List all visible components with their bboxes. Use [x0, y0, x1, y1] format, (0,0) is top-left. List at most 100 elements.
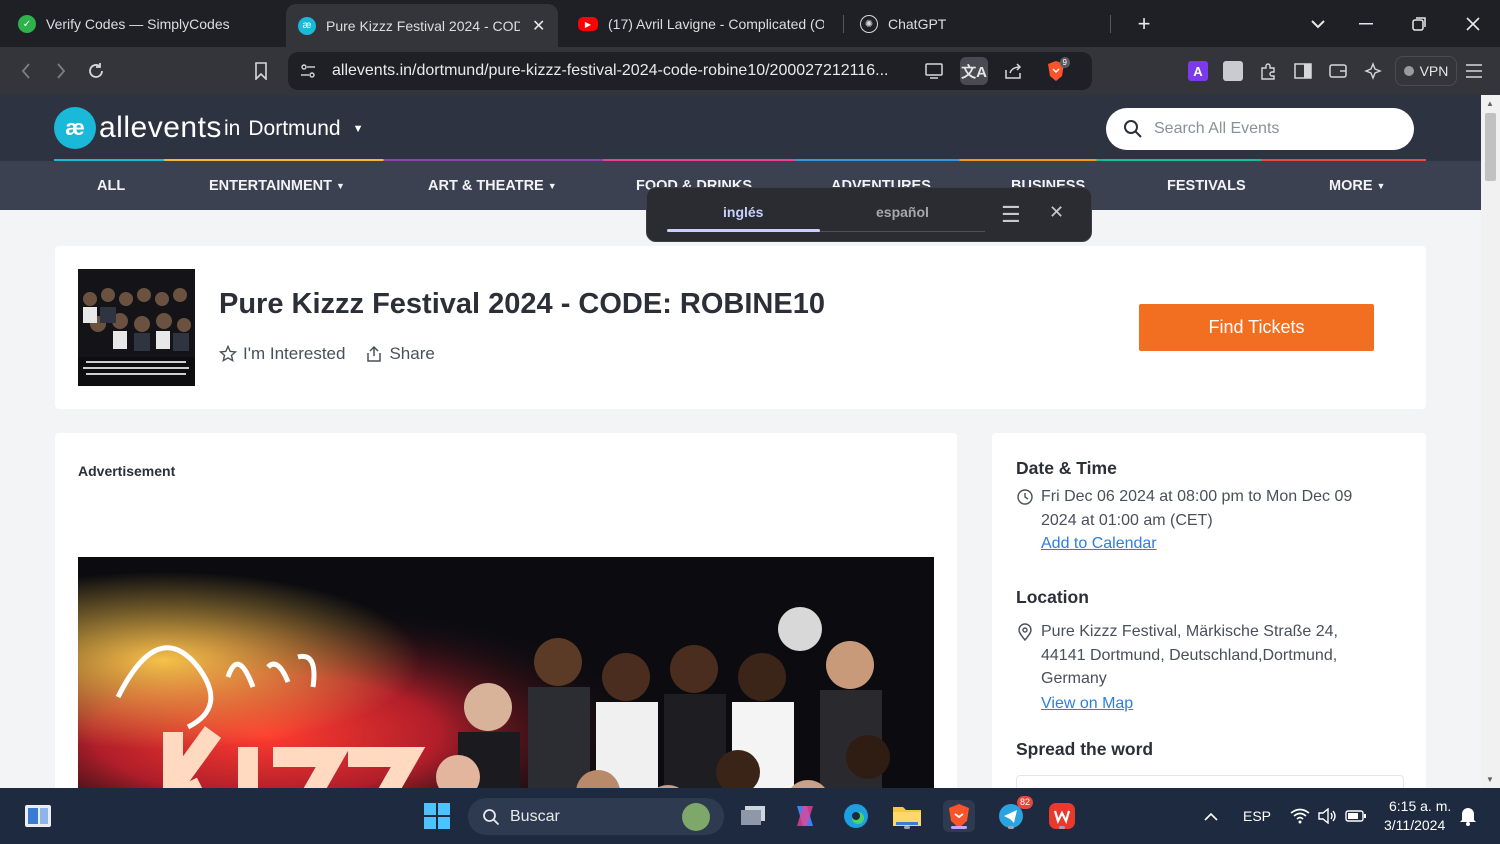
- scrollbar-thumb[interactable]: [1485, 113, 1496, 181]
- extensions-puzzle-icon[interactable]: [1254, 57, 1282, 85]
- wps-office-icon[interactable]: [1046, 800, 1078, 832]
- file-explorer-icon[interactable]: [891, 800, 923, 832]
- tab-list-button[interactable]: [1303, 10, 1333, 38]
- browser-tab-strip: ✓ Verify Codes — SimplyCodes æ Pure Kizz…: [0, 0, 1500, 47]
- scroll-down-icon[interactable]: ▼: [1486, 775, 1494, 784]
- nav-label: ART & THEATRE: [428, 178, 544, 194]
- new-tab-button[interactable]: +: [1129, 10, 1159, 38]
- bookmark-icon[interactable]: [247, 57, 275, 85]
- nav-more[interactable]: MORE ▼: [1329, 178, 1385, 194]
- minimize-button[interactable]: [1351, 10, 1381, 38]
- search-icon: [1122, 118, 1144, 140]
- allevents-logo[interactable]: æ allevents: [54, 107, 222, 149]
- edge-icon[interactable]: [840, 800, 872, 832]
- nav-all[interactable]: ALL: [97, 178, 125, 194]
- brave-taskbar-icon[interactable]: [943, 800, 975, 832]
- translate-popup: inglés español ☰ ✕: [646, 187, 1092, 242]
- nav-label: MORE: [1329, 178, 1373, 194]
- shields-badge: 9: [1059, 57, 1070, 68]
- windows-start-icon[interactable]: [421, 800, 453, 832]
- tab-separator: [1110, 15, 1111, 33]
- leo-ai-icon[interactable]: [1359, 57, 1387, 85]
- nav-entertainment[interactable]: ENTERTAINMENT ▼: [209, 178, 345, 194]
- youtube-icon: ▶: [578, 17, 598, 31]
- caret-down-icon: ▼: [1376, 181, 1386, 192]
- battery-icon[interactable]: [1340, 800, 1372, 832]
- city-selector[interactable]: in Dortmund ▼: [224, 117, 363, 141]
- event-search[interactable]: [1106, 108, 1414, 150]
- search-highlight-icon: [682, 803, 710, 831]
- clock-time[interactable]: 6:15 a. m.: [1389, 798, 1451, 814]
- copilot-icon[interactable]: [789, 800, 821, 832]
- spread-the-word-heading: Spread the word: [1016, 739, 1154, 759]
- widgets-icon[interactable]: [22, 800, 54, 832]
- nav-festivals[interactable]: FESTIVALS: [1167, 178, 1246, 194]
- restore-button[interactable]: [1404, 10, 1434, 38]
- star-icon: [219, 345, 237, 363]
- find-tickets-button[interactable]: Find Tickets: [1139, 304, 1374, 351]
- view-on-map-link[interactable]: View on Map: [1041, 692, 1133, 716]
- extension-tile-icon[interactable]: [1219, 57, 1247, 85]
- notifications-icon[interactable]: [1452, 800, 1484, 832]
- chevron-up-icon[interactable]: [1195, 800, 1227, 832]
- interested-button[interactable]: I'm Interested: [219, 344, 345, 364]
- sidebar-toggle-icon[interactable]: [1289, 57, 1317, 85]
- event-banner-image[interactable]: [78, 557, 934, 788]
- share-button[interactable]: Share: [365, 344, 435, 364]
- translate-source-tab[interactable]: inglés: [723, 204, 763, 220]
- page-scrollbar[interactable]: ▲ ▼: [1481, 95, 1500, 788]
- tab-allevents[interactable]: æ Pure Kizzz Festival 2024 - CODE ✕: [286, 4, 558, 47]
- translate-options-icon[interactable]: ☰: [1001, 202, 1021, 228]
- volume-icon[interactable]: [1311, 800, 1343, 832]
- event-header-card: Pure Kizzz Festival 2024 - CODE: ROBINE1…: [55, 246, 1426, 409]
- nav-label: ENTERTAINMENT: [209, 178, 332, 194]
- taskbar-search-label: Buscar: [510, 807, 560, 825]
- event-title: Pure Kizzz Festival 2024 - CODE: ROBINE1…: [219, 288, 825, 320]
- allevents-favicon-icon: æ: [298, 16, 316, 35]
- add-to-calendar-link[interactable]: Add to Calendar: [1041, 532, 1157, 556]
- extension-a-icon[interactable]: A: [1184, 57, 1212, 85]
- search-input[interactable]: [1154, 120, 1394, 138]
- tab-youtube[interactable]: ▶ (17) Avril Lavigne - Complicated (Of: [566, 4, 836, 44]
- cast-icon[interactable]: [921, 57, 949, 85]
- vpn-button[interactable]: VPN: [1395, 56, 1457, 86]
- brave-shields-icon[interactable]: 9: [1042, 57, 1070, 85]
- menu-icon[interactable]: [1460, 57, 1488, 85]
- event-main-card: Advertisement: [55, 433, 957, 788]
- taskbar-search[interactable]: Buscar: [468, 798, 724, 835]
- tab-title: Verify Codes — SimplyCodes: [46, 16, 230, 32]
- close-window-button[interactable]: [1458, 10, 1488, 38]
- share-icon[interactable]: [1000, 57, 1028, 85]
- address-bar[interactable]: allevents.in/dortmund/pure-kizzz-festiva…: [288, 52, 1092, 90]
- tab-simplycodes[interactable]: ✓ Verify Codes — SimplyCodes: [6, 4, 278, 44]
- event-thumbnail[interactable]: [78, 269, 195, 386]
- chatgpt-icon: ✺: [860, 15, 878, 33]
- tab-chatgpt[interactable]: ✺ ChatGPT: [848, 4, 1108, 44]
- windows-taskbar: Buscar 82 ESP 6:15 a. m. 3/11/2024: [0, 788, 1500, 844]
- task-view-icon[interactable]: [737, 800, 769, 832]
- close-icon[interactable]: ✕: [1049, 202, 1064, 223]
- wallet-icon[interactable]: [1324, 57, 1352, 85]
- site-settings-icon[interactable]: [294, 57, 322, 85]
- nav-art-theatre[interactable]: ART & THEATRE ▼: [428, 178, 557, 194]
- share-widget[interactable]: [1016, 775, 1404, 788]
- allevents-logo-icon: æ: [54, 107, 96, 149]
- clock-icon: [1017, 489, 1033, 505]
- running-indicator: [904, 826, 910, 829]
- location-text: Pure Kizzz Festival, Märkische Straße 24…: [1041, 623, 1338, 687]
- forward-icon[interactable]: [47, 57, 75, 85]
- url-text[interactable]: allevents.in/dortmund/pure-kizzz-festiva…: [332, 62, 888, 80]
- city-name: Dortmund: [248, 117, 341, 140]
- close-icon[interactable]: ✕: [532, 16, 545, 36]
- scroll-up-icon[interactable]: ▲: [1486, 99, 1494, 108]
- city-prefix: in: [224, 117, 241, 140]
- event-actions: I'm Interested Share: [219, 344, 435, 364]
- back-icon[interactable]: [12, 57, 40, 85]
- telegram-icon[interactable]: 82: [995, 796, 1033, 832]
- reload-icon[interactable]: [82, 57, 110, 85]
- clock-date[interactable]: 3/11/2024: [1384, 817, 1445, 833]
- translate-target-tab[interactable]: español: [876, 204, 929, 220]
- input-language[interactable]: ESP: [1243, 808, 1271, 824]
- caret-down-icon: ▼: [547, 181, 557, 192]
- translate-icon[interactable]: 文A: [960, 57, 988, 85]
